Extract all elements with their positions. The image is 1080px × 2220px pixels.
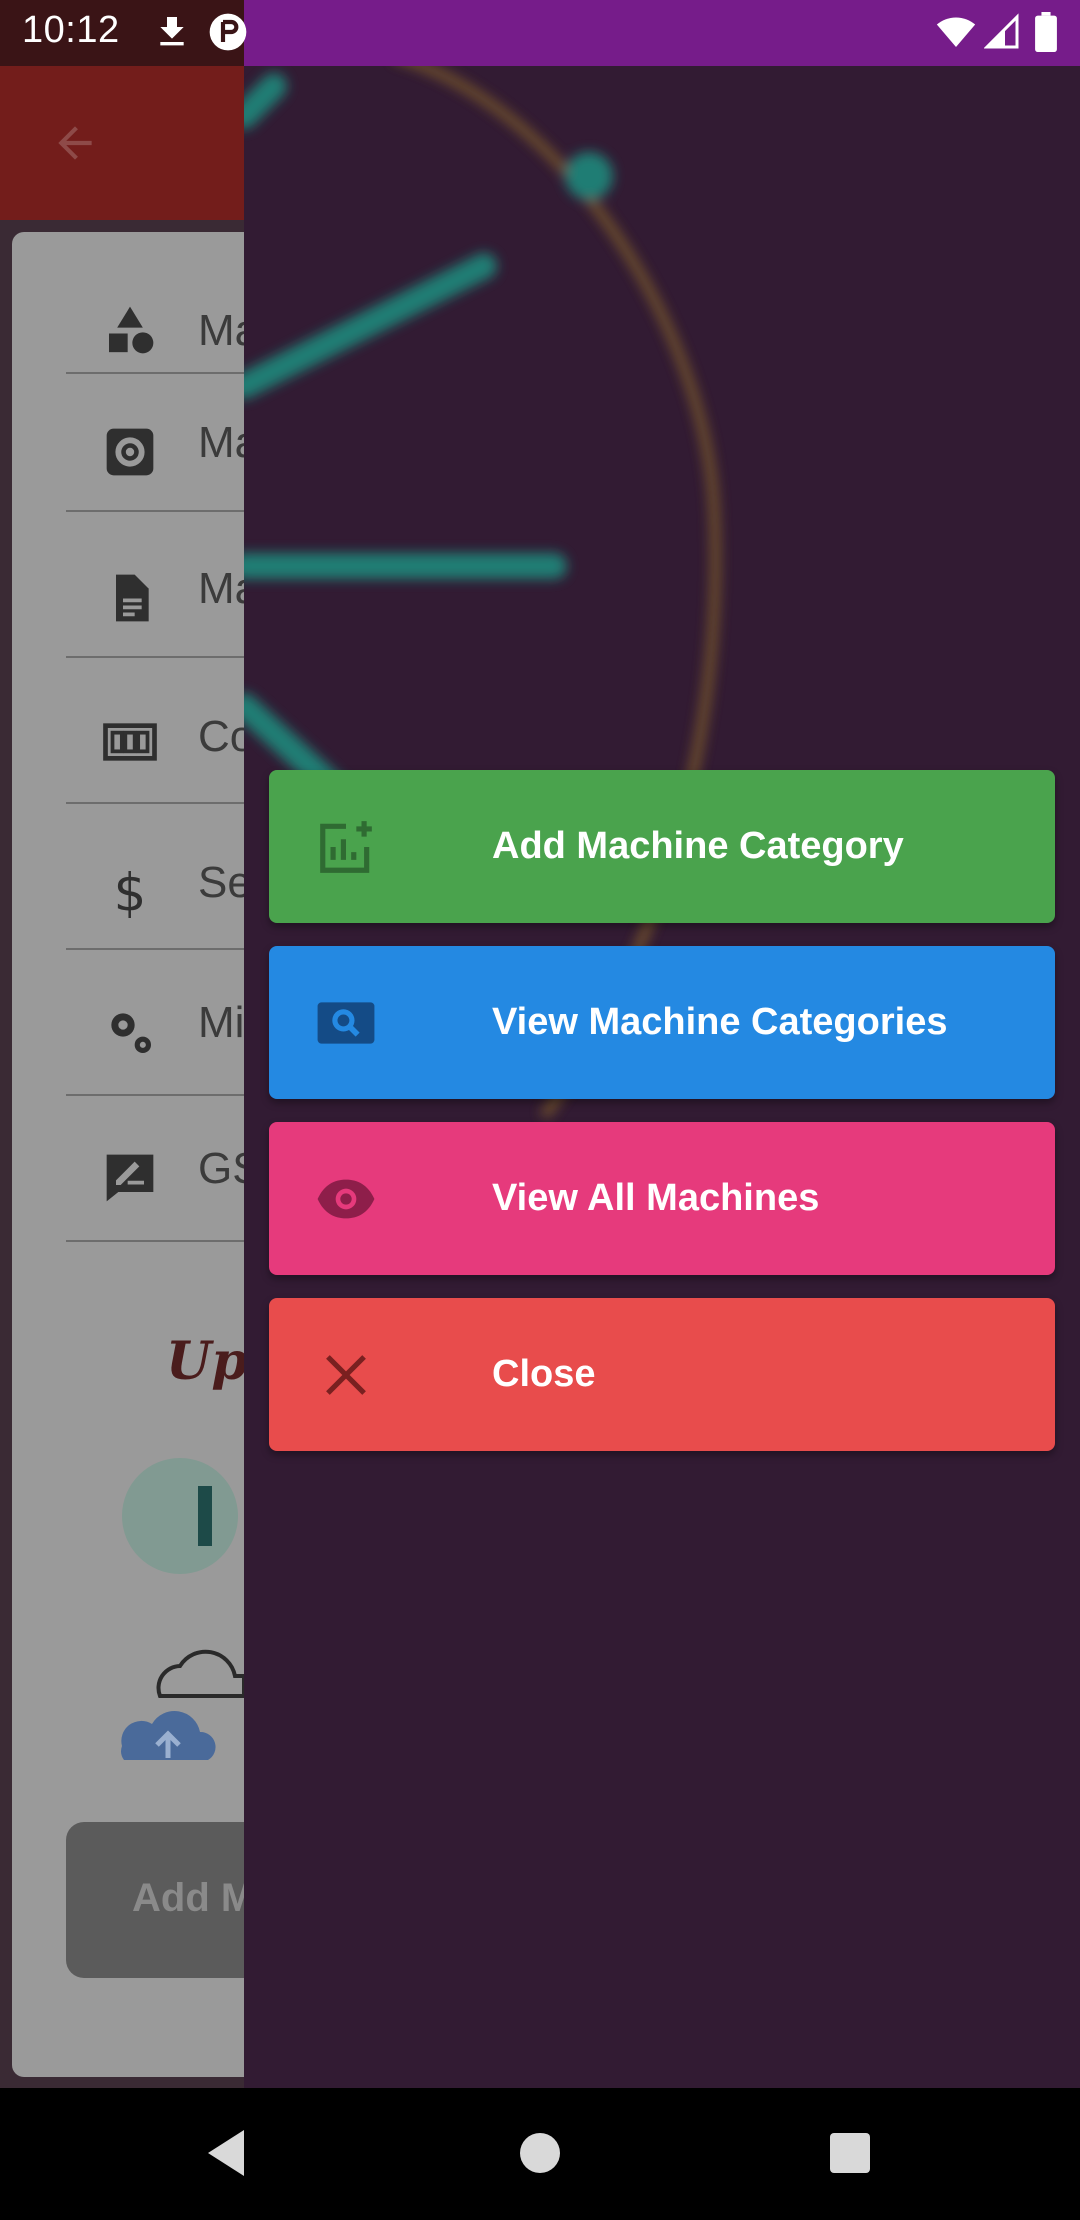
add-chart-icon bbox=[315, 816, 377, 878]
background-menu-item: Co bbox=[66, 658, 244, 804]
dollar-icon: $ bbox=[102, 864, 158, 925]
back-icon[interactable] bbox=[204, 2128, 248, 2183]
background-add-button-label: Add M bbox=[132, 1876, 244, 1920]
svg-text:$: $ bbox=[114, 864, 147, 920]
home-icon[interactable] bbox=[518, 2128, 562, 2183]
add-machine-category-button[interactable]: Add Machine Category bbox=[269, 770, 1055, 923]
back-arrow-icon bbox=[50, 118, 100, 173]
view-all-machines-label: View All Machines bbox=[492, 1177, 820, 1219]
eye-icon bbox=[315, 1168, 377, 1230]
document-icon bbox=[102, 570, 158, 631]
search-image-icon bbox=[315, 992, 377, 1054]
settings-box-icon bbox=[102, 424, 158, 485]
gears-icon bbox=[102, 1004, 158, 1065]
signature-icon bbox=[102, 1150, 158, 1211]
background-menu-item: Ma bbox=[66, 234, 244, 374]
signal-icon bbox=[983, 12, 1020, 57]
upload-title: Uplo bbox=[166, 1331, 244, 1392]
download-icon bbox=[152, 12, 192, 57]
background-menu-item: Mi bbox=[66, 950, 244, 1096]
recents-icon[interactable] bbox=[828, 2128, 872, 2183]
counter-icon bbox=[102, 714, 158, 775]
view-all-machines-button[interactable]: View All Machines bbox=[269, 1122, 1055, 1275]
close-button[interactable]: Close bbox=[269, 1298, 1055, 1451]
background-toolbar bbox=[0, 66, 244, 220]
add-machine-category-label: Add Machine Category bbox=[492, 825, 904, 867]
status-time: 10:12 bbox=[22, 9, 120, 51]
background-menu-item: GS bbox=[66, 1096, 244, 1242]
background-menu-item: Ma bbox=[66, 374, 244, 512]
upload-illustration-icon bbox=[110, 1426, 244, 1801]
view-machine-categories-label: View Machine Categories bbox=[492, 1001, 948, 1043]
close-icon bbox=[315, 1344, 377, 1406]
shapes-icon bbox=[102, 302, 158, 363]
background-menu-item: $ Se bbox=[66, 804, 244, 950]
view-machine-categories-button[interactable]: View Machine Categories bbox=[269, 946, 1055, 1099]
background-menu-item: Ma bbox=[66, 512, 244, 658]
app-notification-icon bbox=[208, 12, 248, 57]
battery-icon bbox=[1034, 12, 1058, 57]
background-app: Ma Ma Ma Co $ Se Mi GS Uplo bbox=[0, 66, 244, 2088]
action-menu-overlay: Add Machine Category View Machine Catego… bbox=[244, 66, 1080, 2088]
navigation-bar bbox=[0, 2088, 1080, 2220]
close-label: Close bbox=[492, 1353, 596, 1395]
wifi-icon bbox=[934, 12, 978, 57]
